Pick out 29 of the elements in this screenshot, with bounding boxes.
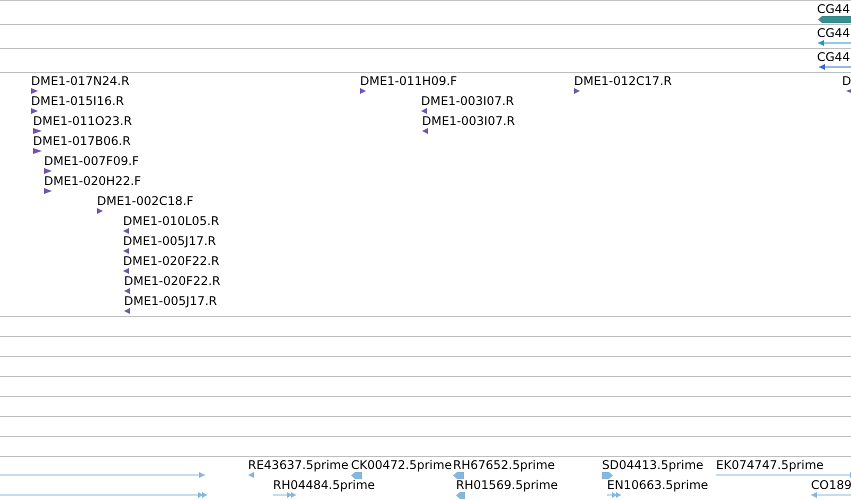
feature-label[interactable]: DME1-017B06.R bbox=[33, 134, 131, 148]
feature-label[interactable]: RE43637.5prime bbox=[248, 458, 348, 472]
feature-label[interactable]: DME1-002C18.F bbox=[97, 194, 194, 208]
feature-label[interactable]: DME1-003I07.R bbox=[421, 94, 514, 108]
feature-label[interactable]: D bbox=[842, 74, 851, 88]
feature-label[interactable]: CK00472.5prime bbox=[351, 458, 452, 472]
feature-label[interactable]: EN10663.5prime bbox=[607, 478, 708, 492]
feature-label[interactable]: RH04484.5prime bbox=[273, 478, 375, 492]
feature-label[interactable]: CG44 bbox=[817, 26, 850, 40]
feature-label[interactable]: DME1-003I07.R bbox=[422, 114, 516, 128]
feature-label[interactable]: DME1-020H22.F bbox=[44, 174, 142, 188]
feature-label[interactable]: SD04413.5prime bbox=[602, 458, 704, 472]
feature-label[interactable]: DME1-020F22.R bbox=[123, 254, 220, 268]
feature-label[interactable]: DME1-010L05.R bbox=[123, 214, 220, 228]
feature-label[interactable]: DME1-012C17.R bbox=[574, 74, 672, 88]
feature-label[interactable]: EK074747.5prime bbox=[716, 458, 824, 472]
feature-label[interactable]: CO189 bbox=[811, 478, 851, 492]
feature-label[interactable]: DME1-017N24.R bbox=[31, 74, 130, 88]
feature-label[interactable]: DME1-011H09.F bbox=[360, 74, 458, 88]
feature-label[interactable]: DME1-015I16.R bbox=[31, 94, 124, 108]
feature-label[interactable]: RH67652.5prime bbox=[453, 458, 555, 472]
feature-label[interactable]: CG44 bbox=[817, 2, 850, 16]
feature-label[interactable]: DME1-011O23.R bbox=[33, 114, 132, 128]
feature-label[interactable]: DME1-005J17.R bbox=[124, 294, 218, 308]
feature-label[interactable]: CG44 bbox=[817, 50, 850, 64]
feature-label[interactable]: DME1-007F09.F bbox=[44, 154, 139, 168]
feature-label[interactable]: DME1-020F22.R bbox=[124, 274, 220, 288]
feature-label[interactable]: DME1-005J17.R bbox=[123, 234, 216, 248]
feature-label[interactable]: RH01569.5prime bbox=[456, 478, 558, 492]
